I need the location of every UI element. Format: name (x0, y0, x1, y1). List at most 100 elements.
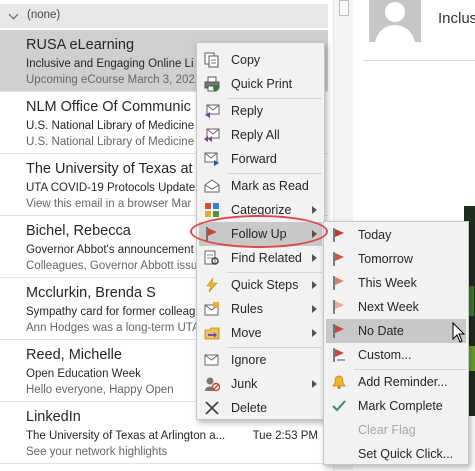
mail-preview: Upcoming eCourse March 3, 2021 (26, 74, 202, 86)
menu-item-delete[interactable]: Delete (199, 396, 322, 420)
mail-subject: Open Education Week (26, 368, 141, 380)
lightning-icon (204, 277, 220, 293)
mail-preview: View this email in a browser Mar (26, 198, 192, 210)
menu-item-move[interactable]: Move (199, 321, 322, 345)
mail-subject: U.S. National Library of Medicine (26, 120, 195, 132)
contact-name: Inclus (438, 10, 475, 27)
submenu-arrow-icon (312, 206, 317, 214)
copy-icon (204, 52, 220, 68)
menu-item-label: Set Quick Click... (358, 447, 454, 461)
group-header[interactable]: (none) (0, 4, 328, 28)
menu-item-label: Mark as Read (231, 179, 309, 193)
mail-preview: See your network highlights (26, 446, 168, 458)
menu-item-quick-steps[interactable]: Quick Steps (199, 273, 322, 297)
menu-item-label: Rules (231, 302, 263, 316)
menu-item-reply-all[interactable]: Reply All (199, 123, 322, 147)
menu-item-forward[interactable]: Forward (199, 147, 322, 171)
mail-sender: LinkedIn (26, 409, 81, 425)
mail-subject: UTA COVID-19 Protocols Update (26, 182, 196, 194)
menu-item-label: Quick Print (231, 77, 293, 91)
scroll-thumb[interactable] (339, 0, 349, 16)
flag-custom-icon (331, 347, 347, 363)
menu-item-custom[interactable]: Custom... (326, 343, 466, 367)
menu-item-this-week[interactable]: This Week (326, 271, 466, 295)
submenu-arrow-icon (312, 380, 317, 388)
menu-item-label: Custom... (358, 348, 412, 362)
menu-item-today[interactable]: Today (326, 223, 466, 247)
mail-preview: Colleagues, Governor Abbott issu (26, 260, 198, 272)
submenu-arrow-icon (312, 254, 317, 262)
mail-time: Tue 2:53 PM (252, 430, 318, 442)
forward-icon (204, 151, 220, 167)
menu-item-label: Delete (231, 401, 268, 415)
menu-item-label: Reply All (231, 128, 280, 142)
menu-item-label: Forward (231, 152, 277, 166)
menu-item-next-week[interactable]: Next Week (326, 295, 466, 319)
mail-sender: The University of Texas at (26, 161, 193, 177)
menu-item-tomorrow[interactable]: Tomorrow (326, 247, 466, 271)
menu-item-label: Move (231, 326, 262, 340)
menu-item-label: Ignore (231, 353, 267, 367)
menu-item-label: Tomorrow (358, 252, 413, 266)
submenu-arrow-icon (312, 329, 317, 337)
flag-this-week-icon (331, 275, 347, 291)
divider (363, 60, 475, 61)
find-related-icon (204, 250, 220, 266)
follow-up-submenu: Today Tomorrow This Week Next Week No Da… (323, 221, 469, 465)
menu-item-label: Reply (231, 104, 263, 118)
categorize-icon (204, 202, 220, 218)
menu-item-mark-as-read[interactable]: Mark as Read (199, 174, 322, 198)
menu-item-find-related[interactable]: Find Related (199, 246, 322, 270)
menu-item-label: Add Reminder... (358, 375, 448, 389)
menu-item-label: Copy (231, 53, 261, 67)
delete-icon (204, 400, 220, 416)
ignore-icon (204, 352, 220, 368)
reply-icon (204, 103, 220, 119)
flag-next-week-icon (331, 299, 347, 315)
mail-sender: Bichel, Rebecca (26, 223, 131, 239)
menu-item-label: This Week (358, 276, 417, 290)
menu-item-ignore[interactable]: Ignore (199, 348, 322, 372)
rules-icon (204, 301, 220, 317)
flag-today-icon (331, 227, 347, 243)
mail-sender: Reed, Michelle (26, 347, 122, 363)
submenu-arrow-icon (312, 281, 317, 289)
menu-item-label: Find Related (231, 251, 302, 265)
mail-preview: U.S. National Library of Medicine (26, 136, 195, 148)
menu-item-clear-flag[interactable]: Clear Flag (326, 418, 466, 442)
submenu-arrow-icon (312, 305, 317, 313)
menu-item-label: Next Week (358, 300, 419, 314)
avatar (369, 0, 421, 42)
menu-item-label: Quick Steps (231, 278, 299, 292)
junk-icon (204, 376, 221, 392)
flag-tomorrow-icon (331, 251, 347, 267)
menu-item-no-date[interactable]: No Date (326, 319, 466, 343)
menu-item-junk[interactable]: Junk (199, 372, 322, 396)
bell-icon (331, 374, 347, 390)
flag-no-date-icon (331, 323, 347, 339)
menu-item-quick-print[interactable]: Quick Print (199, 72, 322, 96)
mail-sender: Mcclurkin, Brenda S (26, 285, 156, 301)
menu-item-label: Today (358, 228, 392, 242)
menu-item-rules[interactable]: Rules (199, 297, 322, 321)
chevron-down-icon (8, 9, 19, 20)
mail-preview: Hello everyone, Happy Open (26, 384, 174, 396)
menu-item-mark-complete[interactable]: Mark Complete (326, 394, 466, 418)
menu-item-reply[interactable]: Reply (199, 99, 322, 123)
group-label: (none) (27, 9, 61, 21)
menu-item-label: Mark Complete (358, 399, 443, 413)
mail-subject: Inclusive and Engaging Online Li (26, 58, 194, 70)
menu-item-copy[interactable]: Copy (199, 48, 322, 72)
mail-sender: NLM Office Of Communic (26, 99, 191, 115)
mail-subject: Sympathy card for former colleag (26, 306, 196, 318)
menu-item-add-reminder[interactable]: Add Reminder... (326, 370, 466, 394)
menu-item-label: Junk (231, 377, 258, 391)
checkmark-icon (331, 398, 347, 414)
envelope-open-icon (204, 178, 220, 194)
mail-sender: RUSA eLearning (26, 37, 135, 53)
menu-item-set-quick-click[interactable]: Set Quick Click... (326, 442, 466, 466)
mail-subject: The University of Texas at Arlington a..… (26, 430, 226, 442)
menu-item-label: No Date (358, 324, 404, 338)
mail-subject: Governor Abbot's announcement (26, 244, 194, 256)
reply-all-icon (204, 127, 220, 143)
